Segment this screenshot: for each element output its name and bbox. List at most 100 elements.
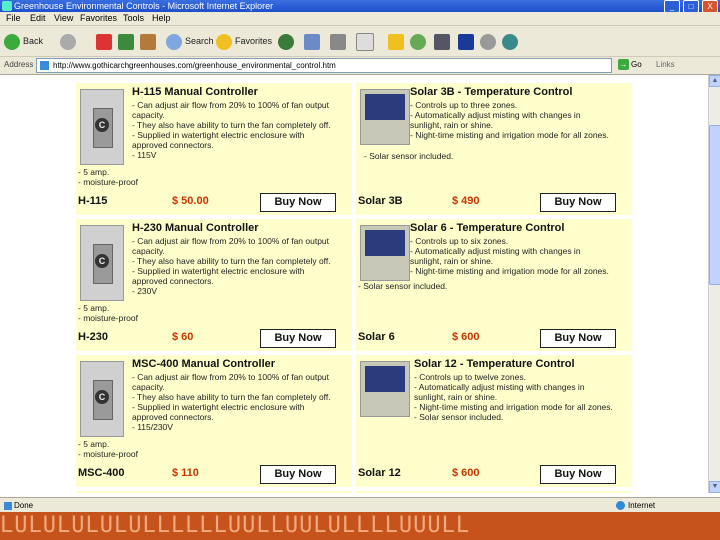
menu-favorites[interactable]: Favorites: [80, 12, 117, 25]
controller-image: [80, 89, 124, 165]
product-specs: - 5 amp. - moisture-proof: [78, 167, 138, 187]
title-bar: Greenhouse Environmental Controls - Micr…: [0, 0, 720, 13]
grid-icon: [434, 33, 450, 50]
discuss-button[interactable]: [480, 31, 499, 51]
product-price: $ 110: [172, 467, 199, 479]
product-title: Solar 3B - Temperature Control: [410, 86, 573, 98]
stop-icon: [96, 33, 112, 50]
controller-image: [360, 89, 410, 145]
history-icon: [278, 33, 294, 50]
menu-file[interactable]: File: [6, 12, 21, 25]
page-status-icon: [4, 502, 12, 510]
product-model: H-230: [78, 331, 108, 343]
home-button[interactable]: [140, 31, 159, 51]
product-title: H-230 Manual Controller: [132, 222, 259, 234]
mail-button[interactable]: [304, 31, 323, 51]
tools-button[interactable]: [502, 31, 521, 51]
product-card-msc400: MSC-400 Manual Controller - Can adjust a…: [76, 355, 352, 487]
star-icon: [216, 33, 232, 50]
address-bar: Address http://www.gothicarchgreenhouses…: [0, 57, 720, 75]
product-desc: - Controls up to twelve zones. - Automati…: [414, 372, 613, 422]
home-icon: [140, 33, 156, 50]
buy-now-button[interactable]: Buy Now: [260, 465, 336, 484]
edit-button[interactable]: [356, 31, 377, 51]
controller-image: [80, 225, 124, 301]
product-card-solar6: Solar 6 - Temperature Control - Controls…: [356, 219, 632, 351]
mail-icon: [304, 33, 320, 50]
buy-now-button[interactable]: Buy Now: [260, 193, 336, 212]
menu-edit[interactable]: Edit: [30, 12, 46, 25]
product-card-solar3b: Solar 3B - Temperature Control - Control…: [356, 83, 632, 215]
back-button[interactable]: Back: [4, 31, 43, 51]
tools-icon: [502, 33, 518, 50]
product-price: $ 60: [172, 331, 194, 343]
product-specs: - 5 amp. - moisture-proof: [78, 439, 138, 459]
scroll-thumb[interactable]: [709, 125, 720, 285]
security-zone: Internet: [628, 501, 656, 510]
folder-icon: [388, 33, 404, 50]
product-price: $ 50.00: [172, 195, 209, 207]
history-button[interactable]: [278, 31, 297, 51]
product-model: Solar 6: [358, 331, 395, 343]
search-button[interactable]: Search: [166, 31, 214, 51]
product-model: MSC-400: [78, 467, 125, 479]
search-icon: [166, 33, 182, 50]
buy-now-button[interactable]: Buy Now: [540, 193, 616, 212]
product-title: Solar 12 - Temperature Control: [414, 358, 575, 370]
scroll-up-icon[interactable]: ▲: [709, 75, 720, 87]
product-desc: - Can adjust air flow from 20% to 100% o…: [132, 372, 331, 432]
go-arrow-icon: →: [618, 59, 629, 70]
product-price: $ 600: [452, 331, 480, 343]
product-desc: - Controls up to three zones. - Automatic…: [410, 100, 609, 140]
page-content: H-115 Manual Controller - Can adjust air…: [0, 75, 708, 493]
product-model: H-115: [78, 195, 108, 207]
flower-button[interactable]: [410, 31, 429, 51]
favorites-button[interactable]: Favorites: [216, 31, 272, 51]
folder-button[interactable]: [388, 31, 407, 51]
product-model: Solar 3B: [358, 195, 403, 207]
menu-tools[interactable]: Tools: [123, 12, 144, 25]
menu-help[interactable]: Help: [152, 12, 171, 25]
address-label: Address: [4, 60, 34, 69]
address-input[interactable]: http://www.gothicarchgreenhouses.com/gre…: [36, 58, 612, 73]
product-desc: - Can adjust air flow from 20% to 100% o…: [132, 236, 331, 296]
product-desc-tail: - Solar sensor included.: [364, 151, 454, 161]
decorative-banner: LULULULULULLLLLLUULLUULULLLLUUULL: [0, 512, 720, 540]
status-bar: Done Internet: [0, 497, 720, 513]
product-desc-tail: - Solar sensor included.: [358, 281, 448, 291]
product-specs: - 5 amp. - moisture-proof: [78, 303, 138, 323]
controller-image: [360, 225, 410, 281]
controller-image: [360, 361, 410, 417]
edit-icon: [356, 32, 374, 51]
buy-now-button[interactable]: Buy Now: [540, 329, 616, 348]
refresh-button[interactable]: [118, 31, 137, 51]
stop-button[interactable]: [96, 31, 115, 51]
messenger-button[interactable]: [458, 31, 477, 51]
grid-button[interactable]: [434, 31, 453, 51]
vertical-scrollbar[interactable]: ▲ ▼: [708, 75, 720, 493]
product-card-solar12: Solar 12 - Temperature Control - Control…: [356, 355, 632, 487]
product-card-h230: H-230 Manual Controller - Can adjust air…: [76, 219, 352, 351]
buy-now-button[interactable]: Buy Now: [540, 465, 616, 484]
scroll-down-icon[interactable]: ▼: [709, 481, 720, 493]
next-row-edge: [356, 491, 632, 493]
ie-icon: [2, 1, 12, 11]
messenger-icon: [458, 33, 474, 50]
controller-image: [80, 361, 124, 437]
menu-view[interactable]: View: [54, 12, 73, 25]
discuss-icon: [480, 33, 496, 50]
links-label[interactable]: Links: [656, 60, 675, 69]
product-price: $ 490: [452, 195, 480, 207]
product-title: MSC-400 Manual Controller: [132, 358, 276, 370]
buy-now-button[interactable]: Buy Now: [260, 329, 336, 348]
product-card-h115: H-115 Manual Controller - Can adjust air…: [76, 83, 352, 215]
forward-button[interactable]: [60, 31, 79, 51]
go-button[interactable]: → Go: [618, 58, 642, 72]
print-button[interactable]: [330, 31, 349, 51]
globe-icon: [616, 501, 625, 510]
page-icon: [40, 61, 49, 70]
product-price: $ 600: [452, 467, 480, 479]
product-title: Solar 6 - Temperature Control: [410, 222, 565, 234]
back-arrow-icon: [4, 33, 20, 50]
print-icon: [330, 33, 346, 50]
